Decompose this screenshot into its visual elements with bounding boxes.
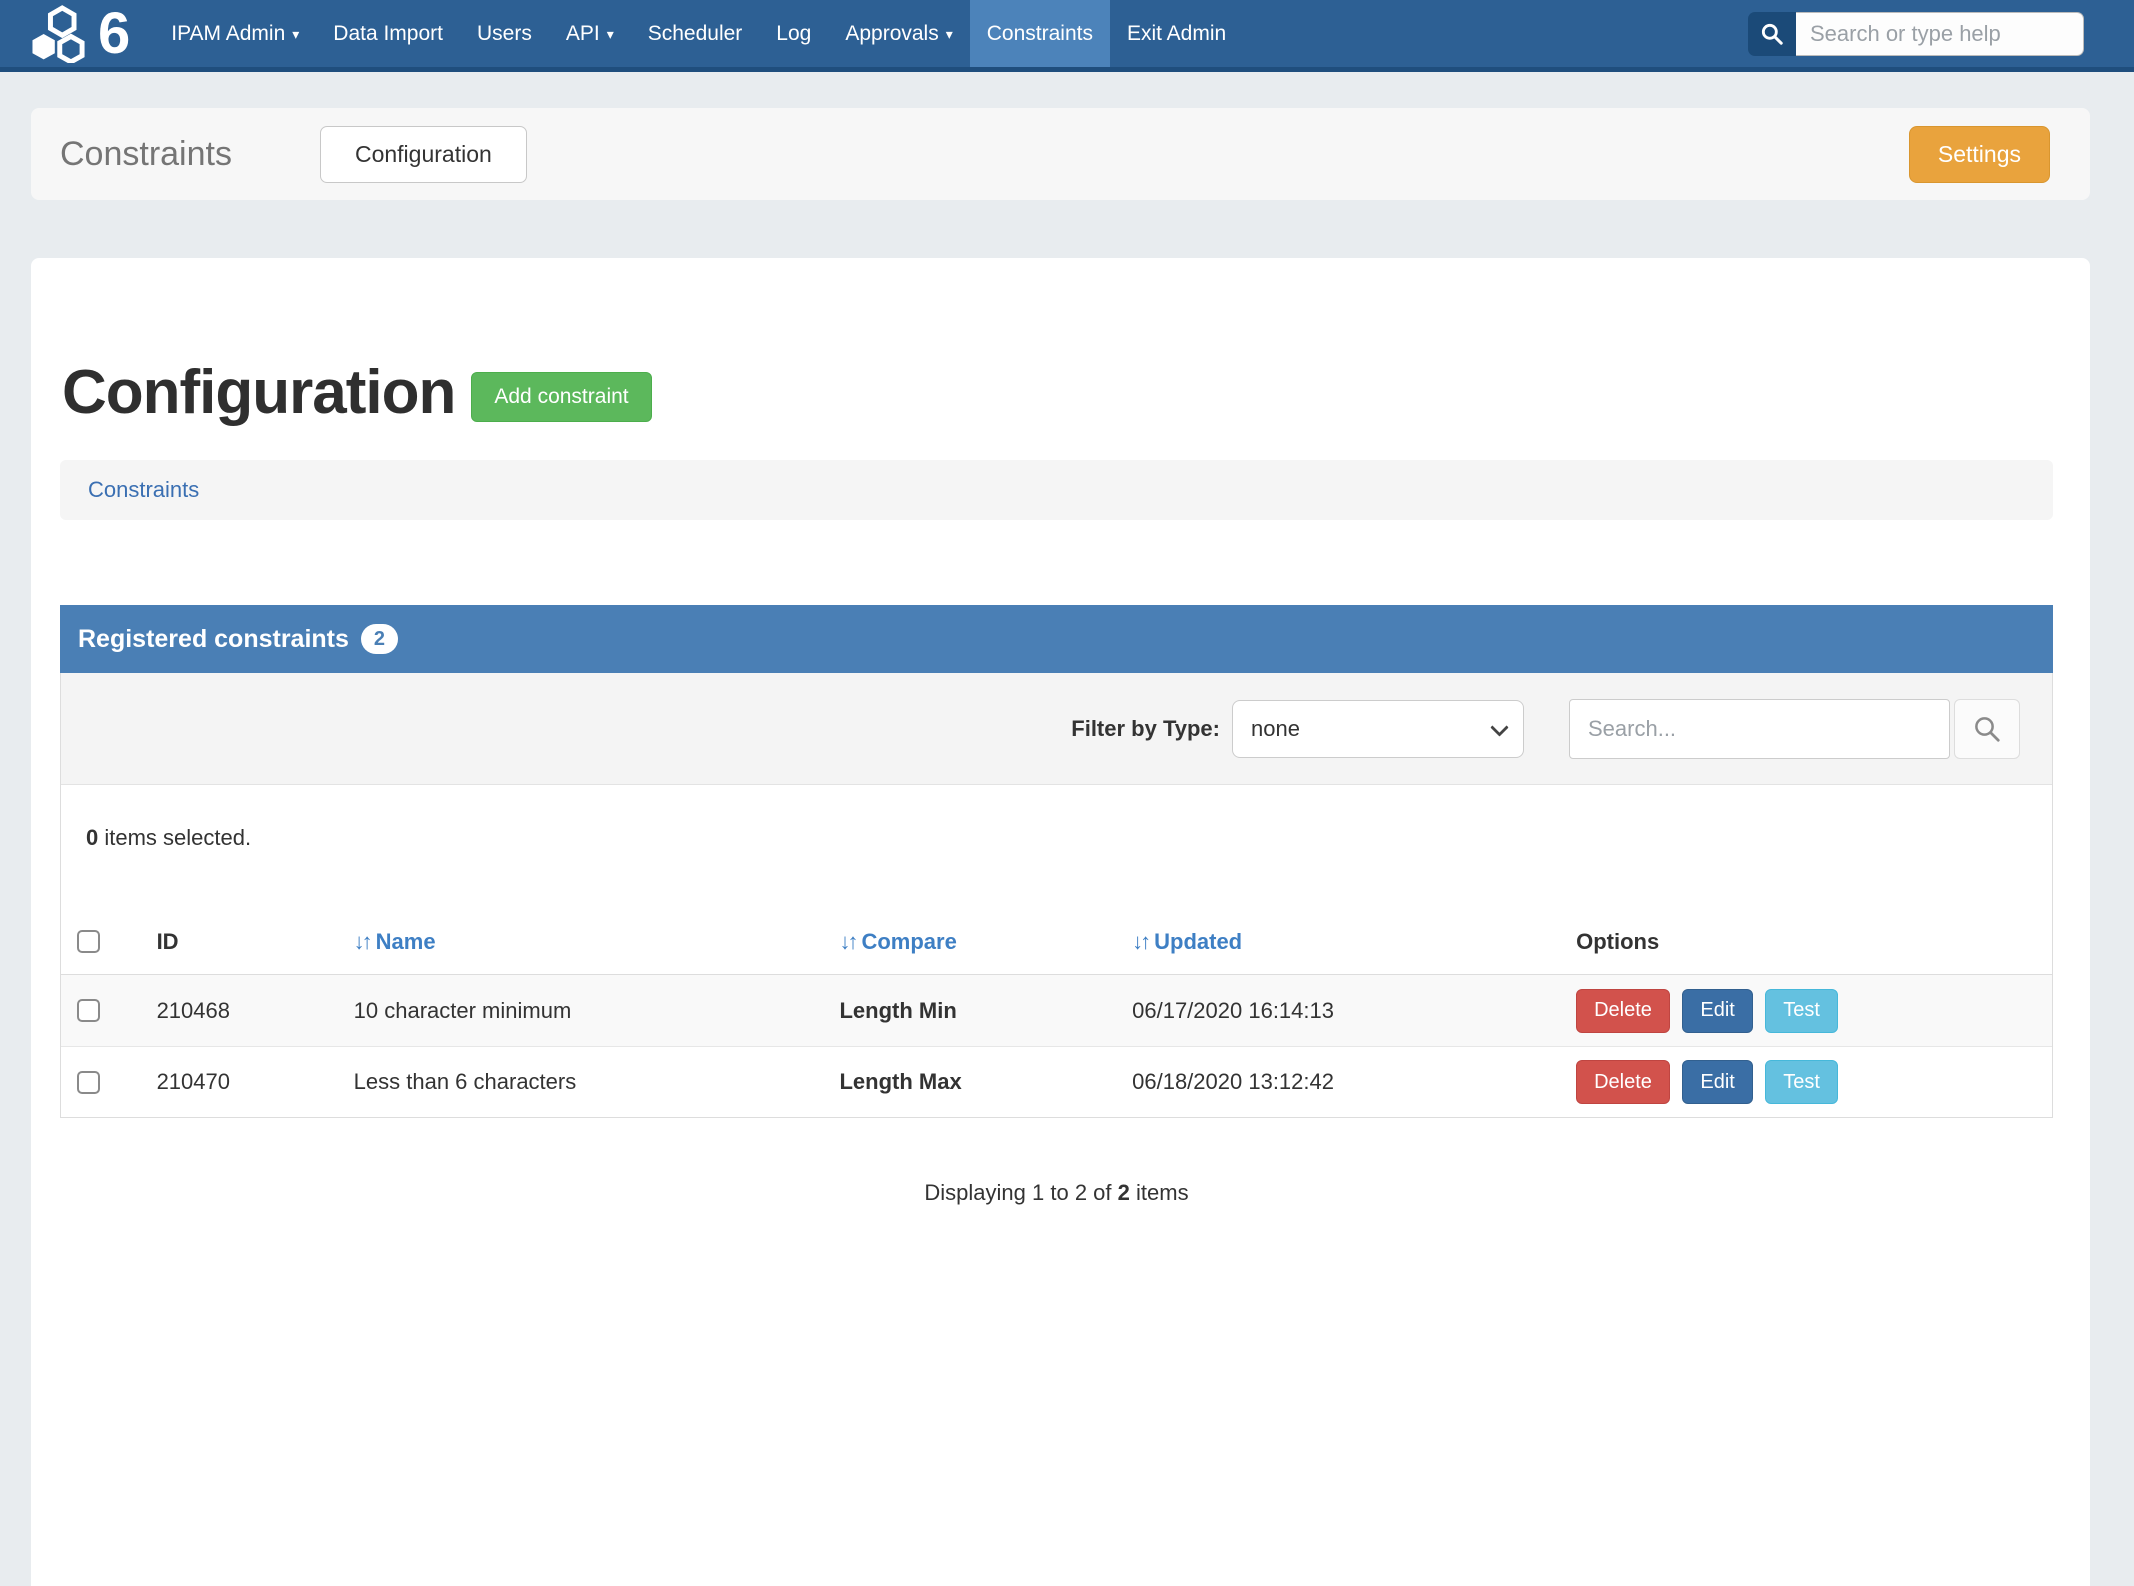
cell-updated: 06/17/2020 16:14:13 — [1132, 998, 1576, 1024]
column-header-compare[interactable]: ↓↑Compare — [839, 929, 1132, 955]
heading-row: Configuration Add constraint — [62, 362, 2053, 424]
test-button[interactable]: Test — [1765, 1060, 1838, 1104]
table-search-input[interactable] — [1569, 699, 1950, 759]
settings-button[interactable]: Settings — [1909, 126, 2050, 183]
breadcrumb: Constraints — [60, 460, 2053, 520]
nav-item-label: Users — [477, 22, 532, 46]
cell-id: 210470 — [157, 1069, 354, 1095]
cell-updated: 06/18/2020 13:12:42 — [1132, 1069, 1576, 1095]
nav-item-label: Exit Admin — [1127, 22, 1226, 46]
nav-item-log[interactable]: Log — [759, 0, 828, 67]
nav-menu: IPAM Admin ▾ Data Import Users API ▾ Sch… — [154, 0, 1243, 67]
configuration-heading: Configuration — [62, 362, 455, 424]
sort-icon: ↓↑ — [839, 929, 855, 954]
sort-icon: ↓↑ — [1132, 929, 1148, 954]
pagination-prefix: Displaying 1 to 2 of — [924, 1180, 1117, 1205]
column-header-id: ID — [157, 929, 354, 955]
row-checkbox[interactable] — [77, 999, 100, 1022]
cell-name: 10 character minimum — [354, 998, 840, 1024]
edit-button[interactable]: Edit — [1682, 1060, 1752, 1104]
selected-text: items selected. — [98, 825, 251, 850]
logo-six-text: 6 — [98, 5, 128, 63]
table-header-row: ID ↓↑Name ↓↑Compare ↓↑Updated Options — [61, 909, 2052, 975]
top-navbar: 6 IPAM Admin ▾ Data Import Users API ▾ S… — [0, 0, 2134, 72]
cell-options: Delete Edit Test — [1576, 989, 2052, 1033]
nav-item-label: Approvals — [845, 22, 938, 46]
filter-toolbar: Filter by Type: none — [61, 673, 2052, 785]
panel-heading: Registered constraints 2 — [60, 605, 2053, 673]
count-badge: 2 — [361, 624, 398, 654]
pagination-count: 2 — [1118, 1180, 1130, 1205]
items-selected-status: 0 items selected. — [61, 825, 2052, 851]
registered-constraints-panel: Registered constraints 2 Filter by Type:… — [60, 605, 2053, 1206]
pagination-suffix: items — [1130, 1180, 1189, 1205]
cell-compare: Length Min — [839, 998, 1132, 1024]
nav-item-users[interactable]: Users — [460, 0, 549, 67]
nav-item-label: API — [566, 22, 600, 46]
cell-compare: Length Max — [839, 1069, 1132, 1095]
header-checkbox-cell — [61, 930, 157, 953]
column-header-options: Options — [1576, 929, 2052, 955]
filter-type-select[interactable]: none — [1232, 700, 1524, 758]
nav-item-label: IPAM Admin — [171, 22, 285, 46]
breadcrumb-link-constraints[interactable]: Constraints — [88, 477, 199, 503]
chevron-down-icon: ▾ — [292, 26, 299, 43]
nav-item-scheduler[interactable]: Scheduler — [631, 0, 760, 67]
delete-button[interactable]: Delete — [1576, 1060, 1670, 1104]
nav-item-label: Constraints — [987, 22, 1093, 46]
column-header-updated[interactable]: ↓↑Updated — [1132, 929, 1576, 955]
row-checkbox-cell — [61, 999, 157, 1022]
chevron-down-icon: ▾ — [607, 26, 614, 43]
nav-item-label: Log — [776, 22, 811, 46]
column-header-name[interactable]: ↓↑Name — [354, 929, 840, 955]
column-header-label: Compare — [861, 929, 956, 954]
main-content-card: Configuration Add constraint Constraints… — [31, 258, 2090, 1586]
edit-button[interactable]: Edit — [1682, 989, 1752, 1033]
nav-item-api[interactable]: API ▾ — [549, 0, 631, 67]
table-row: 210468 10 character minimum Length Min 0… — [61, 975, 2052, 1046]
sort-icon: ↓↑ — [354, 929, 370, 954]
constraints-table: ID ↓↑Name ↓↑Compare ↓↑Updated Options 21… — [61, 909, 2052, 1117]
cell-name: Less than 6 characters — [354, 1069, 840, 1095]
app-logo[interactable]: 6 — [0, 0, 154, 67]
pagination-status: Displaying 1 to 2 of 2 items — [60, 1180, 2053, 1206]
cell-options: Delete Edit Test — [1576, 1060, 2052, 1104]
nav-item-constraints[interactable]: Constraints — [970, 0, 1110, 67]
filter-type-select-wrap: none — [1232, 700, 1524, 758]
nav-item-data-import[interactable]: Data Import — [316, 0, 460, 67]
filter-by-type-label: Filter by Type: — [1071, 716, 1220, 742]
nav-item-label: Data Import — [333, 22, 443, 46]
selected-count: 0 — [86, 825, 98, 850]
global-search-input[interactable] — [1796, 12, 2084, 56]
page-title: Constraints — [60, 135, 232, 174]
table-search-button[interactable] — [1954, 699, 2020, 759]
nav-item-label: Scheduler — [648, 22, 743, 46]
global-search — [1748, 0, 2084, 67]
panel-title: Registered constraints — [78, 625, 349, 654]
chevron-down-icon: ▾ — [946, 26, 953, 43]
nav-item-approvals[interactable]: Approvals ▾ — [828, 0, 969, 67]
column-header-label: Name — [376, 929, 436, 954]
hexagons-logo-icon — [30, 5, 92, 63]
row-checkbox-cell — [61, 1071, 157, 1094]
panel-body: Filter by Type: none — [60, 673, 2053, 1118]
table-row: 210470 Less than 6 characters Length Max… — [61, 1046, 2052, 1117]
table-section: 0 items selected. ID ↓↑Name ↓↑Compare ↓↑… — [61, 785, 2052, 1117]
select-all-checkbox[interactable] — [77, 930, 100, 953]
page-header-bar: Constraints Configuration Settings — [31, 108, 2090, 200]
add-constraint-button[interactable]: Add constraint — [471, 372, 651, 422]
nav-item-ipam-admin[interactable]: IPAM Admin ▾ — [154, 0, 316, 67]
cell-id: 210468 — [157, 998, 354, 1024]
tab-configuration[interactable]: Configuration — [320, 126, 527, 183]
search-icon[interactable] — [1748, 12, 1796, 56]
column-header-label: Updated — [1154, 929, 1242, 954]
row-checkbox[interactable] — [77, 1071, 100, 1094]
delete-button[interactable]: Delete — [1576, 989, 1670, 1033]
test-button[interactable]: Test — [1765, 989, 1838, 1033]
nav-item-exit-admin[interactable]: Exit Admin — [1110, 0, 1243, 67]
table-search — [1569, 699, 2020, 759]
